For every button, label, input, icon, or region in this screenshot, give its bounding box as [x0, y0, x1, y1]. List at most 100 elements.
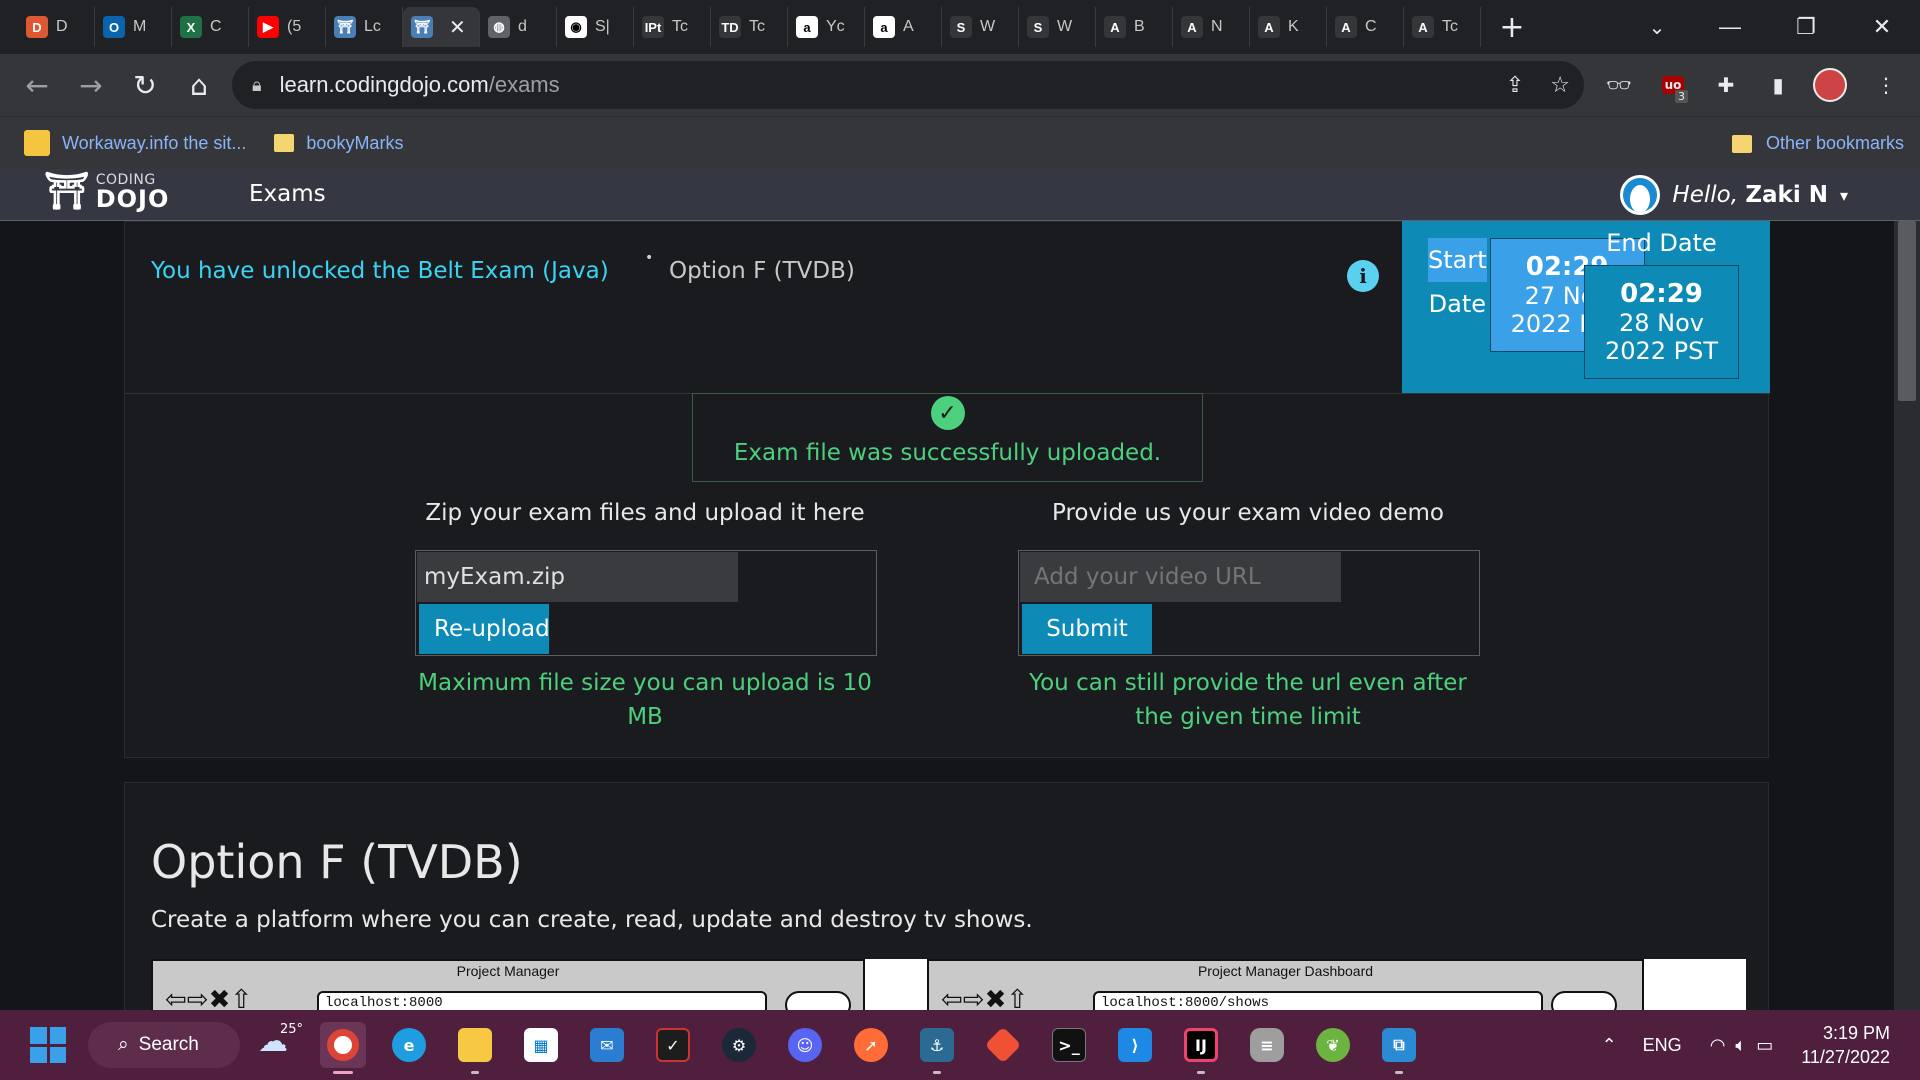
info-icon[interactable]: i — [1347, 260, 1379, 292]
share-icon[interactable]: ⇪ — [1506, 73, 1524, 98]
store-taskbar-icon[interactable]: ▦ — [518, 1022, 564, 1068]
discord-taskbar-icon[interactable]: ☺ — [782, 1022, 828, 1068]
submit-button[interactable]: Submit — [1022, 604, 1152, 654]
browser-tab[interactable]: OM — [95, 7, 172, 47]
taskbar-clock[interactable]: 3:19 PM 11/27/2022 — [1801, 1021, 1920, 1069]
browser-tab[interactable]: IPt Tc — [634, 7, 711, 47]
extensions-puzzle-icon[interactable]: ✚ — [1704, 54, 1748, 116]
exam-option-label: Option F (TVDB) — [669, 258, 855, 284]
chevron-up-icon[interactable]: ⌃ — [1602, 1035, 1617, 1056]
page-scrollbar[interactable] — [1894, 221, 1920, 1010]
menu-kebab-icon[interactable]: ⋮ — [1864, 54, 1908, 116]
lock-icon[interactable]: 🔒︎ — [252, 75, 262, 96]
browser-tab[interactable]: ⛩ ✕ — [403, 7, 480, 47]
browser-tab[interactable]: SW — [942, 7, 1019, 47]
language-indicator[interactable]: ENG — [1643, 1035, 1682, 1056]
browser-tab[interactable]: AN — [1173, 7, 1250, 47]
ublock-extension-icon[interactable]: uo 3 — [1651, 54, 1695, 116]
wireframe-project-manager: Project Manager ⇦⇨✖⇧ localhost:8000 — [151, 959, 865, 1010]
intellij-taskbar-icon[interactable]: IJ — [1178, 1022, 1224, 1074]
tab-title: K — [1288, 18, 1299, 35]
tab-search-icon[interactable]: ⌄ — [1635, 0, 1679, 54]
tab-title: Tc — [1442, 18, 1458, 35]
taskbar-search-label: Search — [138, 1034, 199, 1055]
scrollbar-thumb[interactable] — [1898, 221, 1916, 401]
nav-exams-link[interactable]: Exams — [249, 181, 326, 207]
wifi-icon[interactable]: ◠ — [1710, 1035, 1726, 1056]
browser-tab[interactable]: DD — [18, 7, 95, 47]
browser-tab[interactable]: XC — [172, 7, 249, 47]
side-panel-icon[interactable]: ▮ — [1756, 54, 1800, 116]
user-avatar-icon — [1620, 175, 1661, 215]
windows-start-icon[interactable] — [30, 1027, 66, 1063]
browser-tab[interactable]: ▶ (5 — [249, 7, 326, 47]
weather-widget[interactable]: ☁ 25° — [258, 1022, 303, 1059]
steam-taskbar-icon[interactable]: ⚙ — [716, 1022, 762, 1068]
browser-tab[interactable]: ⛩ Lc — [326, 7, 403, 47]
edge-taskbar-icon[interactable]: e — [386, 1022, 432, 1068]
forward-icon[interactable]: → — [64, 58, 118, 112]
app-taskbar-icon[interactable]: ✓ — [650, 1022, 696, 1068]
new-tab-button[interactable]: + — [1491, 7, 1533, 47]
bookmark-star-icon[interactable]: ☆ — [1550, 73, 1570, 98]
vscode-taskbar-icon[interactable]: ⟩ — [1112, 1022, 1158, 1068]
unlocked-message: You have unlocked the Belt Exam (Java) — [151, 258, 609, 284]
browser-tab[interactable]: aA — [865, 7, 942, 47]
battery-icon[interactable]: ▭ — [1756, 1035, 1773, 1056]
database-taskbar-icon[interactable]: ≡ — [1244, 1022, 1290, 1068]
bookmark-label: bookyMarks — [306, 132, 404, 153]
other-bookmarks-label: Other bookmarks — [1765, 133, 1904, 153]
taskbar-search[interactable]: ⌕ Search — [88, 1022, 240, 1068]
bookmark-folder-bookymarks[interactable]: bookyMarks — [274, 133, 403, 154]
browser-tab[interactable]: AK — [1250, 7, 1327, 47]
back-icon[interactable]: ← — [10, 58, 64, 112]
browser-tab[interactable]: ◉ S| — [557, 7, 634, 47]
browser-tab[interactable]: SW — [1019, 7, 1096, 47]
spring-tools-taskbar-icon[interactable]: ❦ — [1310, 1022, 1356, 1068]
mail-taskbar-icon[interactable]: ✉ — [584, 1022, 630, 1068]
user-menu[interactable]: Hello, Zaki N ▾ — [1620, 175, 1848, 215]
restore-icon[interactable]: ❐ — [1768, 0, 1844, 54]
postman-taskbar-icon[interactable]: ➚ — [848, 1022, 894, 1068]
browser-tab[interactable]: AC — [1327, 7, 1404, 47]
ipt-icon: IPt — [642, 16, 664, 38]
logo-big-text: DOJO — [95, 185, 170, 213]
file-explorer-taskbar-icon[interactable] — [452, 1022, 498, 1074]
other-bookmarks[interactable]: Other bookmarks — [1731, 117, 1904, 170]
coding-dojo-logo[interactable]: ⛩︎ CODING DOJO — [44, 173, 169, 211]
file-name-field[interactable]: myExam.zip — [417, 552, 738, 602]
home-icon[interactable]: ⌂ — [172, 58, 226, 112]
end-time: 02:29 — [1620, 279, 1703, 309]
terminal-taskbar-icon[interactable]: >_ — [1046, 1022, 1092, 1068]
tab-title: Lc — [364, 18, 381, 35]
browser-tab-strip: D D O M X C ▶ (5 ⛩ Lc ⛩ ✕ ◍ d ◉ S| IPt Tc TD Tc a Yc a A S W S W A B A… — [0, 0, 1920, 54]
git-taskbar-icon[interactable] — [980, 1022, 1026, 1068]
mysql-workbench-taskbar-icon[interactable]: ⚓ — [914, 1022, 960, 1074]
windows-taskbar: ⌕ Search ☁ 25° e ▦ ✉ ✓ ⚙ ☺ ➚ ⚓ >_ ⟩ IJ ≡… — [0, 1010, 1920, 1080]
browser-tab[interactable]: AB — [1096, 7, 1173, 47]
bookmark-workaway[interactable]: Workaway.info the sit... — [24, 130, 246, 156]
browser-tab[interactable]: A Tc — [1404, 7, 1481, 47]
browser-tab[interactable]: a Yc — [788, 7, 865, 47]
close-tab-icon[interactable]: ✕ — [449, 15, 466, 40]
reupload-button[interactable]: Re-upload — [419, 604, 549, 654]
azure-icon: A — [1335, 16, 1357, 38]
minimize-icon[interactable]: — — [1692, 0, 1768, 54]
close-window-icon[interactable]: ✕ — [1844, 0, 1920, 54]
chrome-taskbar-icon[interactable] — [320, 1022, 366, 1074]
video-url-input[interactable] — [1020, 552, 1341, 602]
folder-icon — [274, 134, 295, 152]
clock-date: 11/27/2022 — [1801, 1047, 1890, 1067]
volume-icon[interactable]: 🔈︎ — [1735, 1035, 1746, 1056]
amazon-icon: a — [873, 16, 895, 38]
profile-avatar[interactable] — [1808, 54, 1852, 116]
start-date-heading: Start Date — [1428, 238, 1487, 318]
address-bar[interactable]: 🔒︎ learn.codingdojo.com/exams ⇪ ☆ — [232, 61, 1584, 109]
remote-desktop-taskbar-icon[interactable]: ⧉ — [1376, 1022, 1422, 1074]
browser-tab[interactable]: TD Tc — [711, 7, 788, 47]
tab-title: Tc — [672, 18, 688, 35]
reload-icon[interactable]: ↻ — [118, 58, 172, 112]
browser-tab[interactable]: ◍ d — [480, 7, 557, 47]
incognito-extension-icon[interactable]: 👓︎ — [1597, 54, 1641, 116]
end-day: 28 Nov — [1618, 309, 1704, 337]
